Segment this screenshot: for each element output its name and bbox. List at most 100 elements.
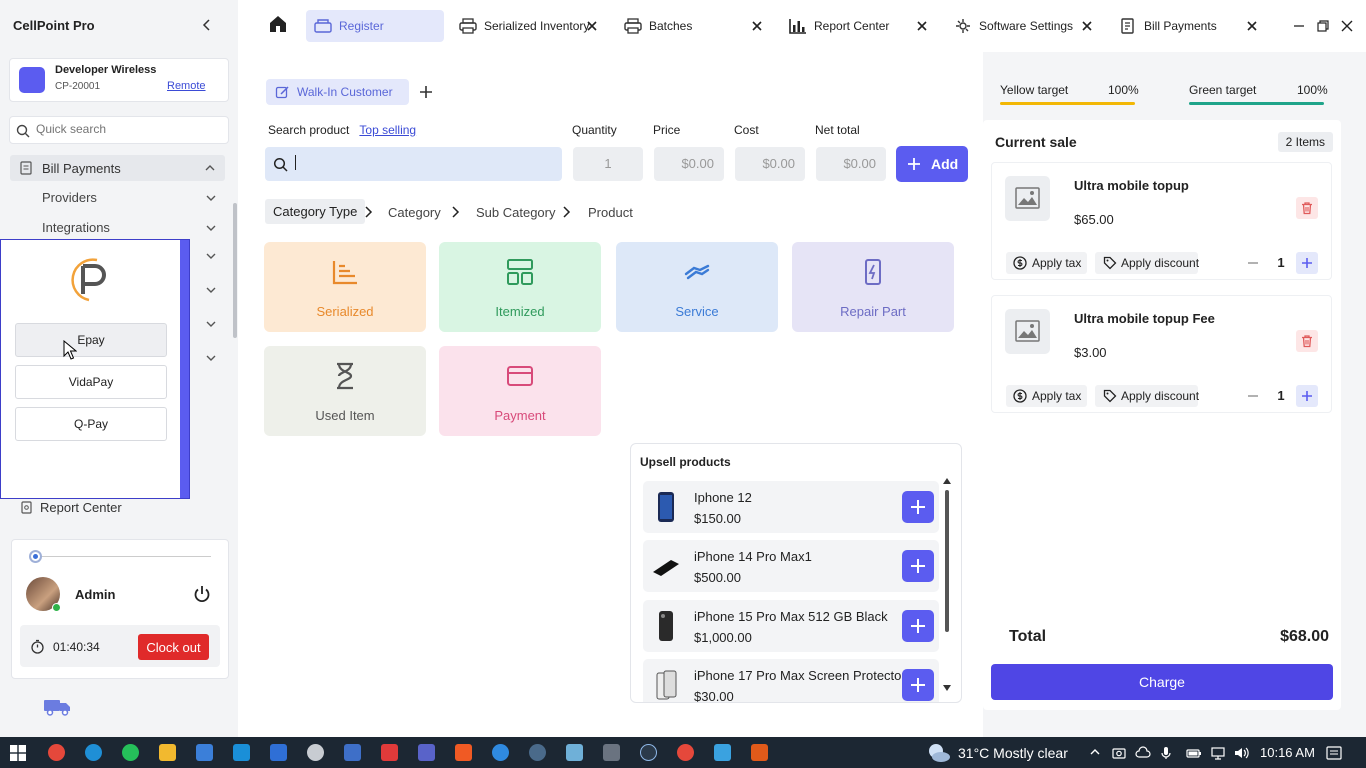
truck-icon[interactable]: [43, 697, 73, 717]
chevron-down-icon[interactable]: [205, 222, 217, 234]
close-window-icon[interactable]: [1340, 19, 1354, 33]
app-icon[interactable]: [381, 744, 398, 761]
remote-desktop-icon[interactable]: [270, 744, 287, 761]
increase-qty-button[interactable]: [1296, 252, 1318, 274]
tab-bill-payments[interactable]: Bill Payments: [1111, 10, 1266, 42]
calculator-icon[interactable]: [603, 744, 620, 761]
upsell-add-button[interactable]: [902, 610, 934, 642]
chrome-icon[interactable]: [677, 744, 694, 761]
breadcrumb-category[interactable]: Category: [388, 205, 441, 220]
store-card[interactable]: Developer Wireless CP-20001 Remote: [9, 58, 229, 102]
tab-serialized-inventory[interactable]: Serialized Inventory: [451, 10, 606, 42]
quantity-field[interactable]: 1: [573, 147, 643, 181]
delete-item-button[interactable]: [1296, 330, 1318, 352]
notepad-icon[interactable]: [566, 744, 583, 761]
list-item[interactable]: iPhone 17 Pro Max Screen Protector $30.0…: [643, 659, 939, 702]
microphone-icon[interactable]: [1160, 746, 1172, 760]
tab-software-settings[interactable]: Software Settings: [946, 10, 1101, 42]
delete-item-button[interactable]: [1296, 197, 1318, 219]
teams-icon[interactable]: [418, 744, 435, 761]
price-field[interactable]: $0.00: [654, 147, 724, 181]
chevron-down-icon[interactable]: [205, 250, 217, 262]
clock-out-button[interactable]: Clock out: [138, 634, 209, 660]
battery-icon[interactable]: [1186, 746, 1202, 760]
upsell-add-button[interactable]: [902, 491, 934, 523]
whatsapp-icon[interactable]: [122, 744, 139, 761]
chevron-down-icon[interactable]: [205, 192, 217, 204]
chevron-down-icon[interactable]: [205, 284, 217, 296]
close-icon[interactable]: [916, 20, 928, 32]
chrome-icon[interactable]: [48, 744, 65, 761]
category-payment[interactable]: Payment: [439, 346, 601, 436]
product-search[interactable]: [265, 147, 562, 181]
scroll-down-icon[interactable]: [943, 685, 951, 691]
home-icon[interactable]: [268, 14, 288, 34]
product-search-input[interactable]: [295, 155, 550, 170]
app-icon[interactable]: [751, 744, 768, 761]
add-button[interactable]: Add: [896, 146, 968, 182]
provider-qpay-button[interactable]: Q-Pay: [15, 407, 167, 441]
windows-start-icon[interactable]: [10, 745, 26, 761]
restore-icon[interactable]: [1316, 19, 1330, 33]
upsell-add-button[interactable]: [902, 550, 934, 582]
apply-tax-button[interactable]: Apply tax: [1006, 252, 1087, 274]
cloud-icon[interactable]: [1135, 746, 1151, 760]
chevron-down-icon[interactable]: [205, 318, 217, 330]
chevron-up-icon[interactable]: [1089, 746, 1101, 758]
nav-providers[interactable]: Providers: [42, 190, 97, 205]
upsell-scrollbar[interactable]: [945, 490, 949, 632]
provider-vidapay-button[interactable]: VidaPay: [15, 365, 167, 399]
breadcrumb-sub-category[interactable]: Sub Category: [476, 205, 556, 220]
scroll-up-icon[interactable]: [943, 478, 951, 484]
app-icon[interactable]: [714, 744, 731, 761]
list-item[interactable]: Iphone 12 $150.00: [643, 481, 939, 533]
category-itemized[interactable]: Itemized: [439, 242, 601, 332]
decrease-qty-button[interactable]: [1242, 252, 1264, 274]
close-icon[interactable]: [1081, 20, 1093, 32]
cost-field[interactable]: $0.00: [735, 147, 805, 181]
quick-search[interactable]: [9, 116, 229, 144]
increase-qty-button[interactable]: [1296, 385, 1318, 407]
camera-icon[interactable]: [1112, 746, 1126, 760]
category-repair-part[interactable]: Repair Part: [792, 242, 954, 332]
category-serialized[interactable]: Serialized: [264, 242, 426, 332]
add-customer-icon[interactable]: [418, 84, 434, 100]
app-icon[interactable]: [344, 744, 361, 761]
list-item[interactable]: iPhone 14 Pro Max1 $500.00: [643, 540, 939, 592]
edge-icon[interactable]: [85, 744, 102, 761]
file-explorer-icon[interactable]: [159, 744, 176, 761]
weather-text[interactable]: 31°C Mostly clear: [958, 745, 1068, 761]
remote-link[interactable]: Remote: [167, 80, 206, 92]
power-icon[interactable]: [192, 584, 212, 604]
store-icon[interactable]: [196, 744, 213, 761]
apply-discount-button[interactable]: Apply discount: [1095, 385, 1199, 407]
top-selling-link[interactable]: Top selling: [359, 123, 416, 137]
collapse-sidebar-icon[interactable]: [200, 18, 214, 32]
list-item[interactable]: iPhone 15 Pro Max 512 GB Black $1,000.00: [643, 600, 939, 652]
minimize-icon[interactable]: [1292, 19, 1306, 33]
upsell-add-button[interactable]: [902, 669, 934, 701]
decrease-qty-button[interactable]: [1242, 385, 1264, 407]
tab-register[interactable]: Register: [306, 10, 444, 42]
app-icon[interactable]: [307, 744, 324, 761]
customer-selector[interactable]: Walk-In Customer: [266, 79, 409, 105]
app-icon[interactable]: [640, 744, 657, 761]
network-icon[interactable]: [1210, 746, 1226, 760]
breadcrumb-product[interactable]: Product: [588, 205, 633, 220]
charge-button[interactable]: Charge: [991, 664, 1333, 700]
provider-epay-button[interactable]: Epay: [15, 323, 167, 357]
close-icon[interactable]: [586, 20, 598, 32]
brave-icon[interactable]: [455, 744, 472, 761]
close-icon[interactable]: [751, 20, 763, 32]
chevron-down-icon[interactable]: [205, 352, 217, 364]
category-used-item[interactable]: Used Item: [264, 346, 426, 436]
volume-icon[interactable]: [1234, 746, 1250, 760]
app-icon[interactable]: [233, 744, 250, 761]
close-icon[interactable]: [1246, 20, 1258, 32]
nav-integrations[interactable]: Integrations: [42, 220, 110, 235]
breadcrumb-category-type[interactable]: Category Type: [265, 199, 366, 224]
tab-report-center[interactable]: Report Center: [781, 10, 936, 42]
slider-handle[interactable]: [29, 550, 42, 563]
apply-tax-button[interactable]: Apply tax: [1006, 385, 1087, 407]
notifications-icon[interactable]: [1326, 745, 1342, 761]
